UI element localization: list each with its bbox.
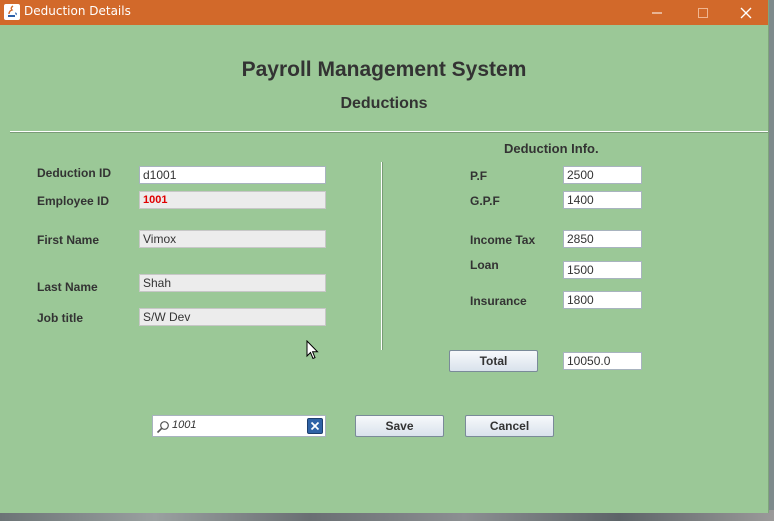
last-name-label: Last Name (37, 280, 98, 294)
java-app-icon (4, 4, 20, 20)
page-title: Payroll Management System (241, 58, 527, 81)
employee-id-field[interactable]: 1001 (139, 191, 326, 209)
clear-search-button[interactable] (307, 418, 323, 434)
deduction-details-window: Deduction Details Payroll Management Sys… (0, 0, 769, 513)
pf-label: P.F (470, 169, 488, 183)
last-name-field[interactable]: Shah (139, 274, 326, 292)
insurance-field[interactable]: 1800 (563, 291, 642, 309)
total-field[interactable]: 10050.0 (563, 352, 642, 370)
title-bar[interactable]: Deduction Details (0, 0, 768, 25)
mouse-cursor-icon (306, 339, 319, 364)
clear-icon (310, 421, 320, 431)
close-button[interactable] (723, 0, 769, 25)
income-tax-label: Income Tax (470, 233, 536, 247)
gpf-label: G.P.F (470, 194, 500, 208)
minimize-icon (652, 12, 662, 13)
first-name-field[interactable]: Vimox (139, 230, 326, 248)
horizontal-divider (10, 131, 768, 133)
loan-field[interactable]: 1500 (563, 261, 642, 279)
gpf-field[interactable]: 1400 (563, 191, 642, 209)
pf-field[interactable]: 2500 (563, 166, 642, 184)
maximize-button[interactable] (680, 0, 726, 25)
save-button[interactable]: Save (355, 415, 444, 437)
window-title: Deduction Details (24, 4, 131, 18)
vertical-divider (381, 162, 383, 350)
search-box[interactable]: 1001 (152, 415, 326, 437)
search-input[interactable]: 1001 (172, 419, 196, 431)
deduction-id-field[interactable]: d1001 (139, 166, 326, 184)
loan-label: Loan (470, 258, 499, 272)
deduction-info-heading: Deduction Info. (504, 141, 599, 156)
close-icon (740, 7, 752, 18)
job-title-label: Job title (37, 311, 84, 325)
income-tax-field[interactable]: 2850 (563, 230, 642, 248)
total-button[interactable]: Total (449, 350, 538, 372)
first-name-label: First Name (37, 233, 100, 247)
cancel-button[interactable]: Cancel (465, 415, 554, 437)
employee-id-label: Employee ID (37, 194, 110, 208)
minimize-button[interactable] (634, 0, 680, 25)
search-icon (156, 419, 170, 438)
maximize-icon (698, 7, 708, 18)
job-title-field[interactable]: S/W Dev (139, 308, 326, 326)
page-subtitle: Deductions (340, 95, 428, 112)
deduction-id-label: Deduction ID (37, 166, 111, 180)
insurance-label: Insurance (470, 294, 527, 308)
